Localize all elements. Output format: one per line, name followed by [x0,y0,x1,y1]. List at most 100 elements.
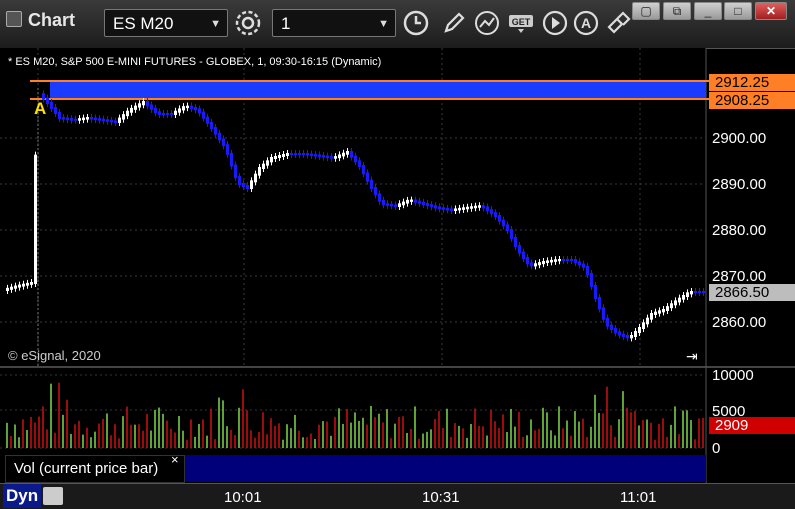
link-icon[interactable] [605,9,633,37]
candle-body [214,127,217,135]
candle-body [126,110,129,117]
candle-body [306,153,309,156]
candle-body [282,154,285,157]
maximize-button[interactable]: □ [724,2,752,20]
candle-body [646,317,649,325]
interval-combobox[interactable]: 1 ▼ [272,9,396,37]
candle-body [326,155,329,159]
candle-body [190,105,193,109]
restore-button[interactable]: ⧉ [663,2,691,20]
time-axis: Dyn 10:01 10:31 11:01 [0,483,795,509]
candle-body [530,262,533,267]
candle-body [218,132,221,141]
candle-body [458,207,461,211]
candle-body [426,203,429,207]
candle-body [478,205,481,208]
time-axis-label: 10:31 [422,489,460,506]
candle-body [234,164,237,179]
candle-body [130,107,133,113]
candle-body [490,209,493,215]
candle-body [118,117,121,123]
candle-body [430,204,433,208]
candle-body [70,118,73,121]
candle-body [278,155,281,158]
candle-body [390,203,393,207]
candle-body [86,117,89,120]
candle-body [502,219,505,227]
candle-body [358,160,361,167]
candle-body [262,163,265,169]
dyn-button[interactable]: Dyn [3,484,42,508]
candle-body [598,297,601,310]
candle-body [222,138,225,147]
symbol-value: ES M20 [113,14,174,33]
window-title: Chart [28,10,76,30]
alert-icon[interactable]: A [573,9,601,37]
get-icon[interactable]: GET [508,9,536,37]
clock-icon[interactable] [402,9,430,37]
candle-body [686,292,689,297]
candle-body [150,104,153,110]
candle-body [370,179,373,189]
candle-body [382,199,385,206]
chart-header-text: * ES M20, S&P 500 E-MINI FUTURES - GLOBE… [8,56,382,68]
candle-body [626,335,629,339]
pin-button[interactable]: ▢ [632,2,660,20]
candle-body [110,119,113,123]
candle-body [238,176,241,185]
candle-body [166,113,169,115]
candle-body [226,144,229,155]
chart-window-icon [6,11,22,27]
time-axis-label: 11:01 [620,489,657,506]
scroll-to-end-icon[interactable]: ⇥ [686,348,698,365]
candle-body [174,110,177,115]
candle-body [554,259,557,262]
candle-body [410,199,413,202]
candle-body [450,208,453,211]
candle-body [342,152,345,157]
candle-body [606,317,609,327]
play-icon[interactable] [541,9,569,37]
minimize-button[interactable]: _ [694,2,722,20]
candle-body [134,105,137,110]
candle-body [242,183,245,187]
candle-body [386,203,389,206]
settings-icon[interactable] [234,9,262,37]
candle-body [482,205,485,209]
candle-body [298,153,301,155]
symbol-combobox[interactable]: ES M20 ▼ [104,9,228,37]
candle-body [618,331,621,336]
copyright-text: © eSignal, 2020 [8,348,101,363]
candle-body [146,101,149,107]
candle-body [534,263,537,267]
candle-body [670,303,673,309]
candle-body [354,155,357,163]
candle-body [638,327,641,333]
price-axis-label: 2860.00 [712,314,767,331]
candle-body [614,328,617,334]
time-axis-label: 10:01 [224,489,262,506]
volume-axis-label: 0 [712,440,721,457]
close-button[interactable]: ✕ [755,2,787,20]
candle-body [650,313,653,320]
line-study-icon[interactable] [474,9,502,37]
candle-body [158,111,161,115]
candle-body [270,157,273,163]
candle-body [58,112,61,119]
candle-body [578,261,581,266]
candle-body [162,113,165,115]
candle-body [702,291,705,293]
candle-body [610,324,613,330]
close-icon[interactable]: × [171,452,179,467]
candle-body [266,160,269,166]
candle-body [350,151,353,158]
price-axis-label: 2880.00 [712,222,767,239]
candle-body [206,116,209,124]
candle-body [318,154,321,157]
candle-body [74,118,77,121]
candle-body [506,224,509,231]
candle-body [82,117,85,121]
pencil-icon[interactable] [440,9,468,37]
lock-icon[interactable] [43,487,63,505]
price-chart[interactable] [0,48,795,483]
